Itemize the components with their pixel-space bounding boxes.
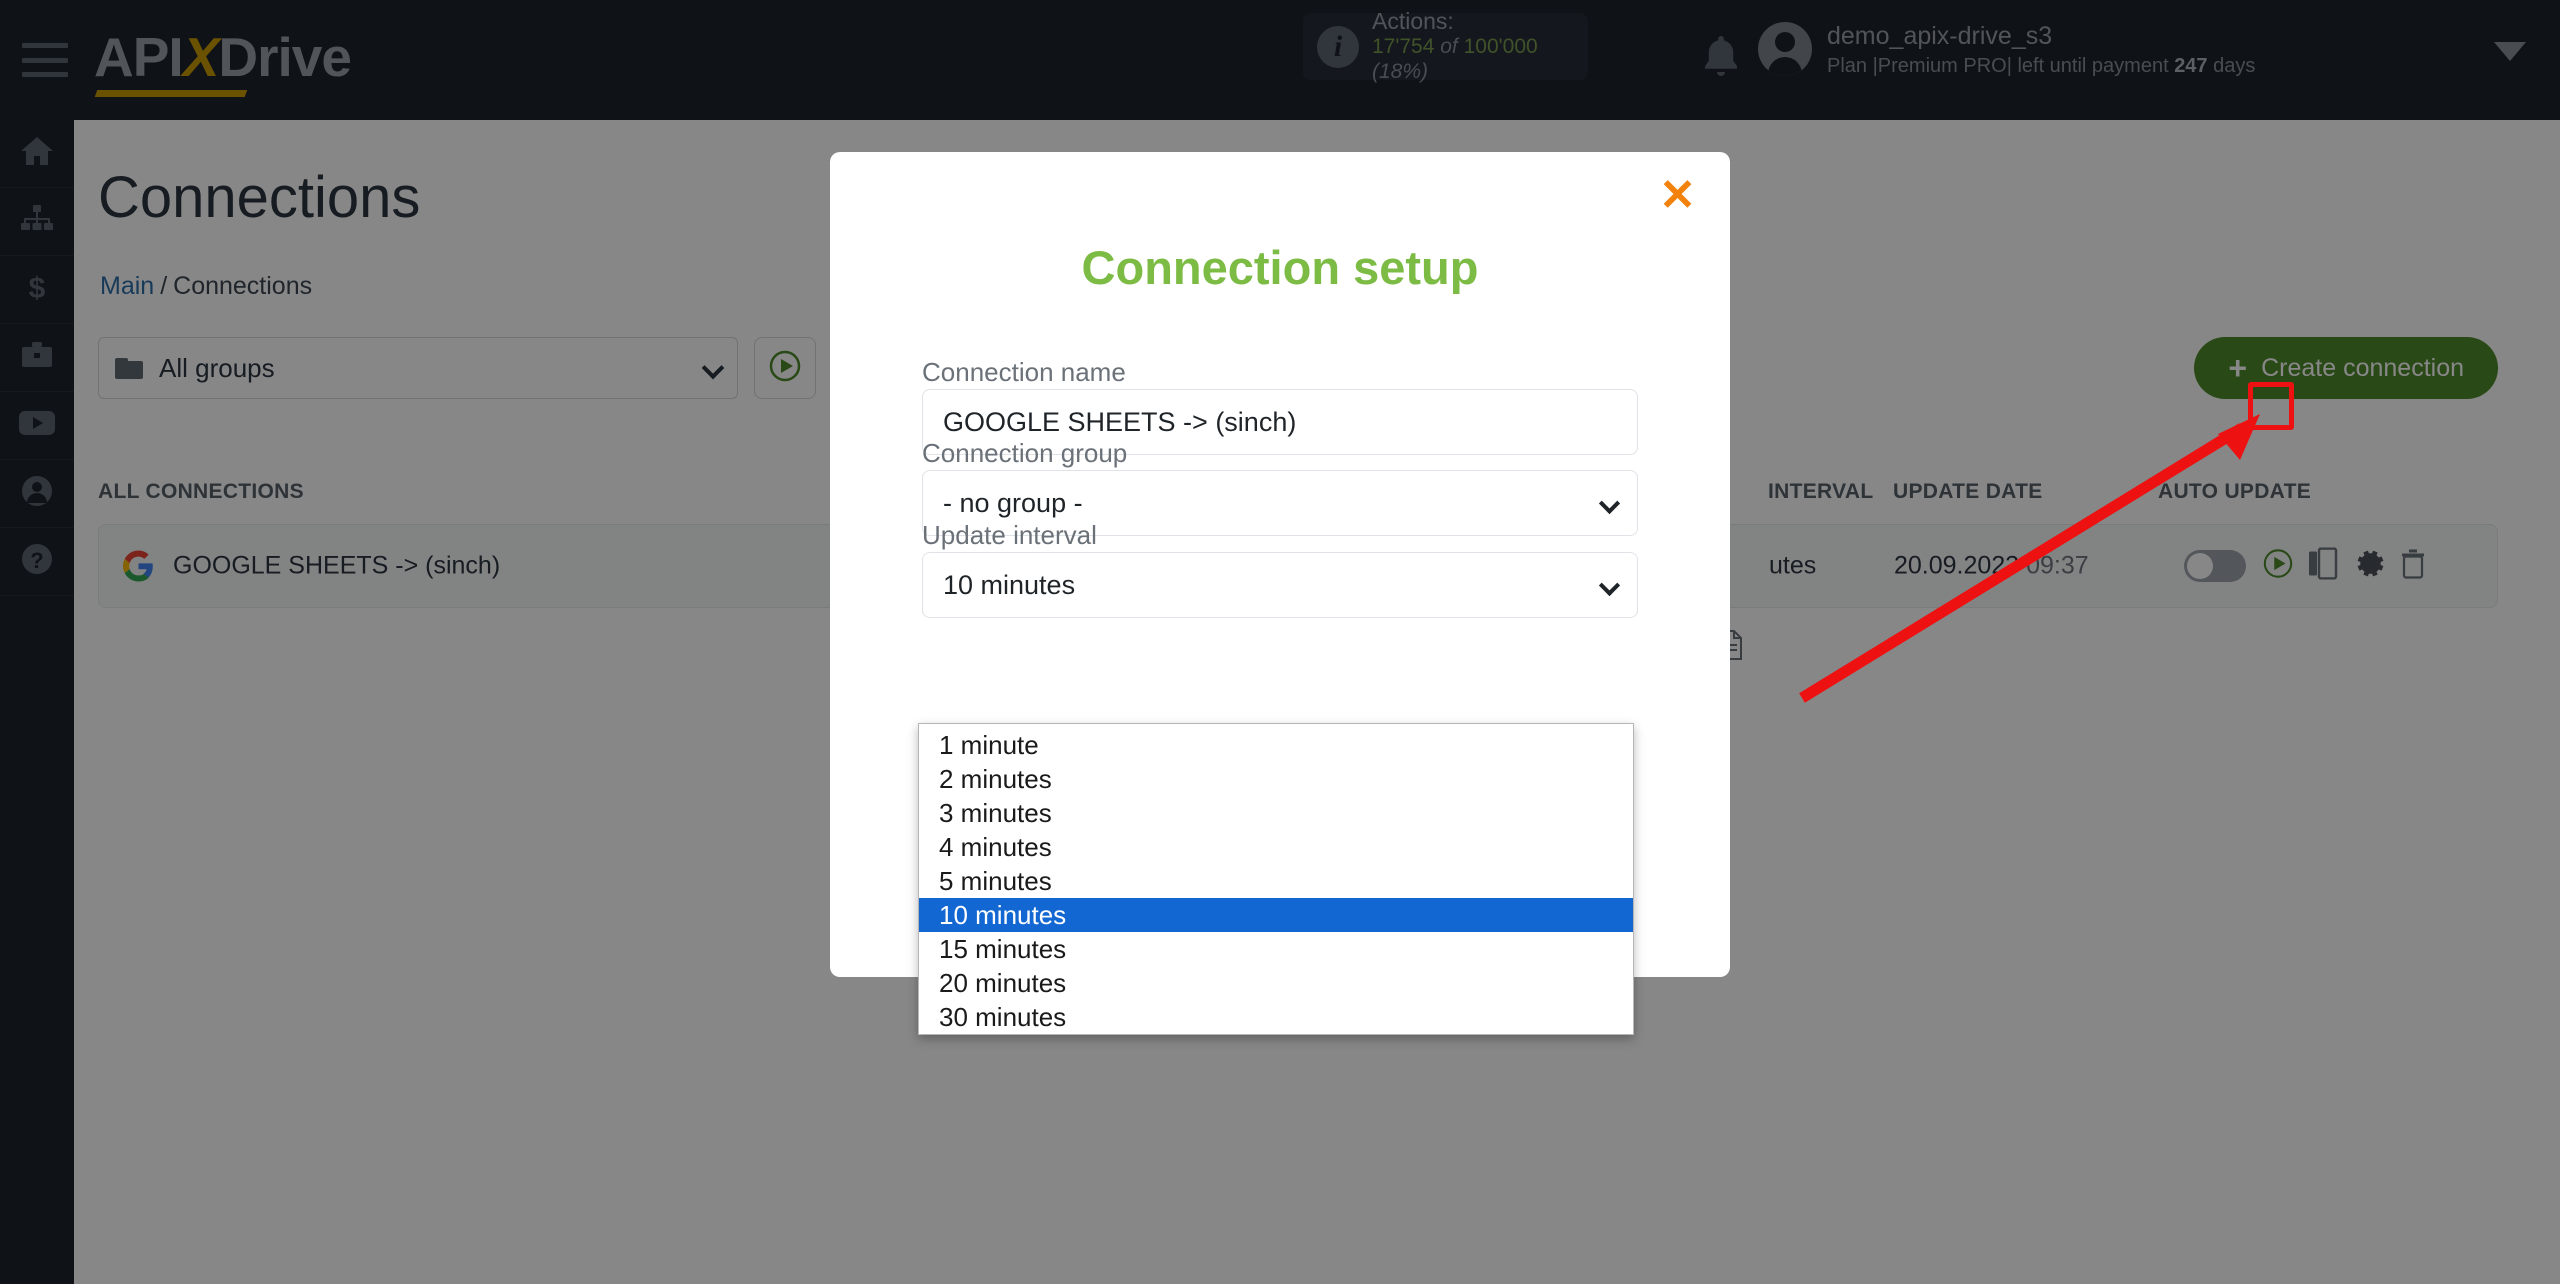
dropdown-option[interactable]: 5 minutes: [919, 864, 1633, 898]
close-icon[interactable]: ✕: [1659, 174, 1696, 218]
dropdown-option[interactable]: 4 minutes: [919, 830, 1633, 864]
dropdown-option[interactable]: 10 minutes: [919, 898, 1633, 932]
update-interval-dropdown[interactable]: 1 minute 2 minutes 3 minutes 4 minutes 5 min…: [918, 723, 1634, 1035]
modal-title: Connection setup: [1081, 241, 1479, 294]
dropdown-option[interactable]: 30 minutes: [919, 1000, 1633, 1034]
chevron-down-icon: [1598, 574, 1621, 596]
dropdown-option[interactable]: 15 minutes: [919, 932, 1633, 966]
connection-group-value: - no group -: [943, 487, 1083, 518]
connection-name-label: Connection name: [922, 357, 1126, 387]
dropdown-option[interactable]: 2 minutes: [919, 762, 1633, 796]
dropdown-option[interactable]: 1 hour: [919, 1034, 1633, 1035]
connection-name-value: GOOGLE SHEETS -> (sinch): [943, 406, 1297, 437]
update-interval-value: 10 minutes: [943, 569, 1076, 600]
update-interval-select[interactable]: 10 minutes: [922, 552, 1638, 618]
chevron-down-icon: [1598, 492, 1621, 514]
update-interval-label: Update interval: [922, 520, 1097, 550]
dropdown-option[interactable]: 3 minutes: [919, 796, 1633, 830]
connection-group-label: Connection group: [922, 438, 1128, 468]
dropdown-option[interactable]: 1 minute: [919, 728, 1633, 762]
dropdown-option[interactable]: 20 minutes: [919, 966, 1633, 1000]
annotation-arrow: [1799, 414, 2260, 703]
